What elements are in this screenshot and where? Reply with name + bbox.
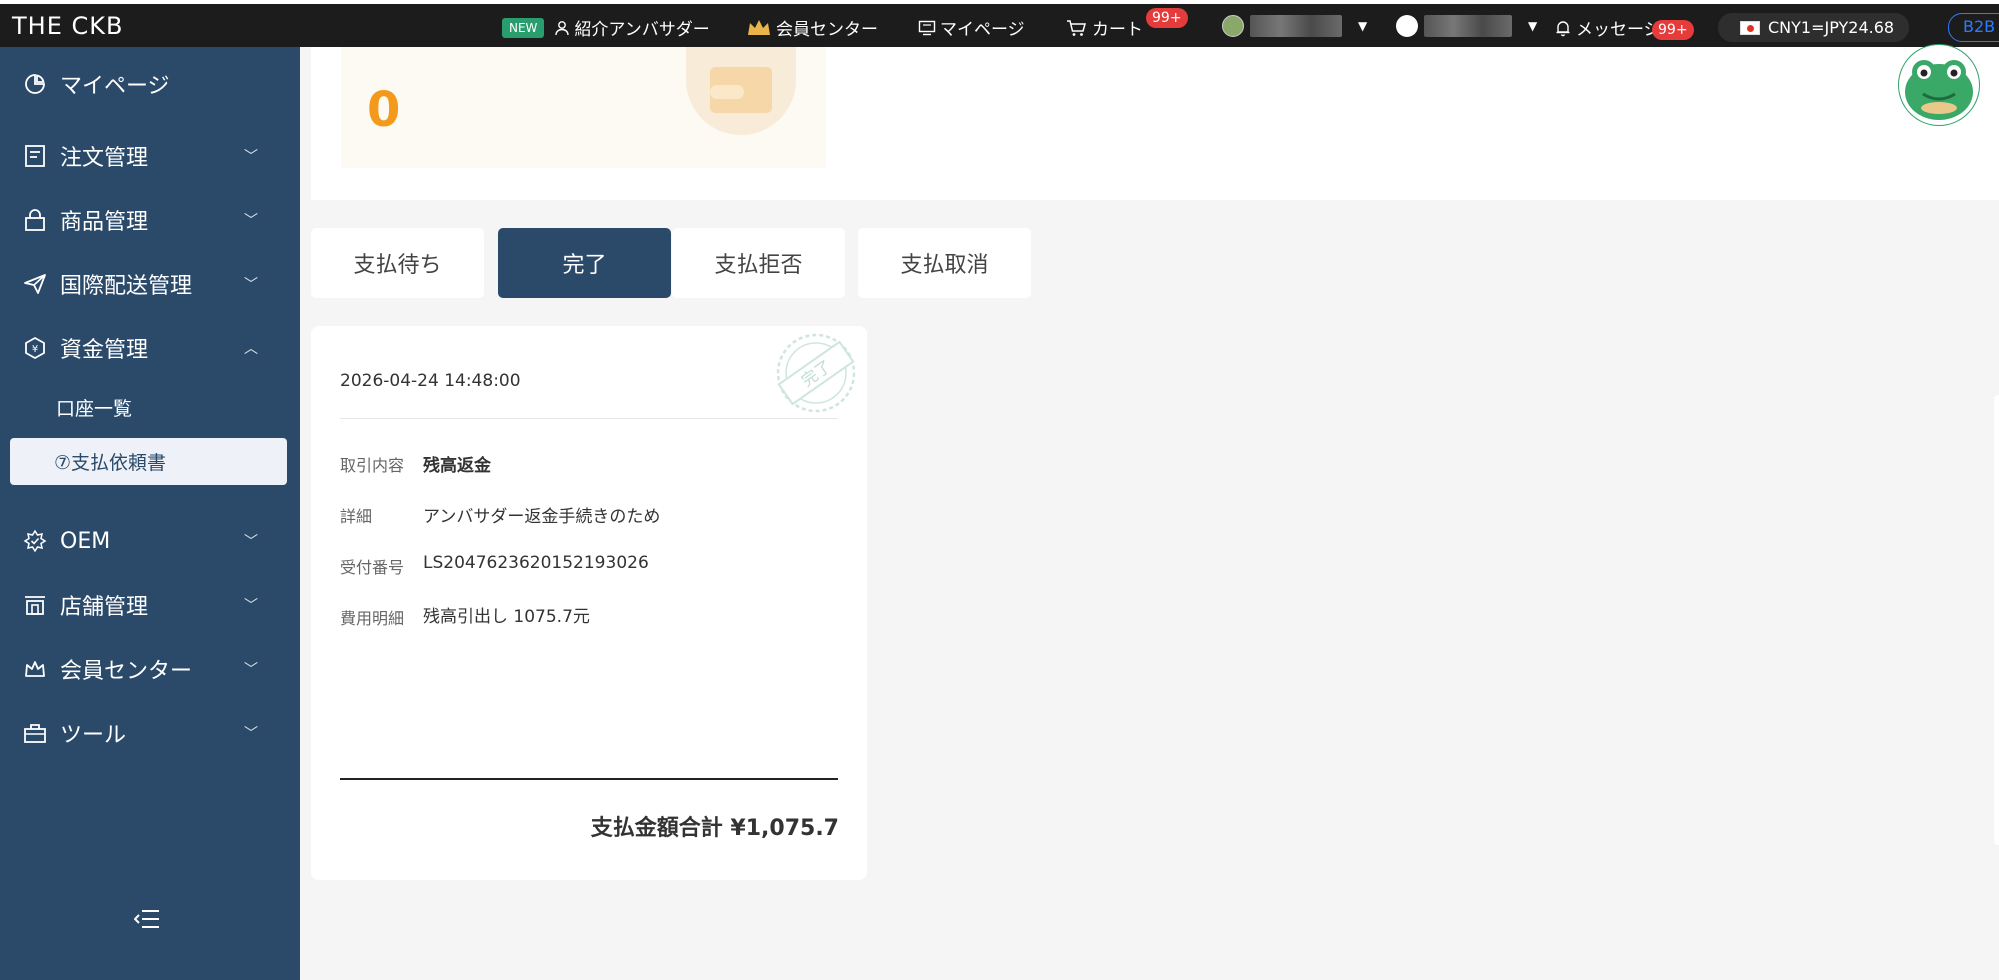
sidebar-item-shipping[interactable]: 国際配送管理 ﹀ — [0, 259, 300, 309]
member-center-label: 会員センター — [776, 20, 878, 40]
shop-menu[interactable]: ▼ — [1396, 15, 1537, 37]
crown-icon — [748, 19, 770, 35]
store-icon — [22, 592, 48, 618]
sidebar-item-label: 商品管理 — [60, 210, 149, 235]
collapse-sidebar-icon[interactable] — [133, 908, 160, 934]
sidebar-item-label: 会員センター — [60, 659, 193, 684]
currency-rate[interactable]: CNY1=JPY24.68 — [1718, 13, 1909, 42]
bag-icon — [22, 207, 48, 233]
redacted-shop-name — [1424, 15, 1512, 37]
crown-icon — [22, 656, 48, 682]
wallet-icon — [686, 47, 796, 135]
cart-label: カート — [1092, 20, 1143, 40]
sidebar-item-label: 資金管理 — [60, 338, 149, 363]
sidebar-item-label: OEM — [60, 528, 111, 554]
tab-completed[interactable]: 完了 — [498, 228, 671, 298]
member-center-link[interactable]: 会員センター — [746, 15, 878, 40]
top-bar: THE CKB NEW 紹介アンバサダー 会員センター マイページ カート 99… — [0, 0, 1999, 47]
sidebar: マイページ 注文管理 ﹀ 商品管理 ﹀ 国際配送管理 ﹀ ¥ 資金管理 ︿ 口座… — [0, 47, 300, 980]
receipt-number-value: LS2047623620152193026 — [423, 553, 649, 573]
redacted-username — [1250, 15, 1342, 37]
svg-text:¥: ¥ — [32, 344, 38, 355]
money-icon: ¥ — [22, 335, 48, 361]
sidebar-item-stores[interactable]: 店舗管理 ﹀ — [0, 580, 300, 630]
transaction-label: 取引内容 — [340, 456, 405, 475]
ambassador-link[interactable]: NEW 紹介アンバサダー — [502, 15, 710, 40]
shop-avatar — [1396, 15, 1418, 37]
ambassador-label: 紹介アンバサダー — [574, 20, 710, 40]
side-panel-edge — [1994, 395, 1999, 845]
summary-value: 0 — [367, 82, 401, 138]
messages-label: メッセージ — [1576, 20, 1661, 40]
sidebar-item-orders[interactable]: 注文管理 ﹀ — [0, 131, 300, 181]
tab-rejected[interactable]: 支払拒否 — [672, 228, 845, 298]
japan-flag-icon — [1740, 20, 1760, 35]
details-value: アンバサダー返金手続きのため — [423, 507, 661, 527]
sidebar-item-label: 注文管理 — [60, 146, 149, 171]
sidebar-item-label: 店舗管理 — [60, 595, 149, 620]
sidebar-item-tools[interactable]: ツール ﹀ — [0, 708, 300, 758]
chevron-down-icon: ﹀ — [244, 213, 258, 229]
avatar — [1222, 15, 1244, 37]
chevron-down-icon: ﹀ — [244, 149, 258, 165]
b2b-button[interactable]: B2B — [1948, 13, 1999, 42]
sidebar-subitem-payment-requests[interactable]: ⑦支払依頼書 — [10, 438, 287, 485]
caret-down-icon: ▼ — [1358, 19, 1368, 33]
tab-cancelled[interactable]: 支払取消 — [858, 228, 1031, 298]
toolbox-icon — [22, 720, 48, 746]
payment-request-card: 2026-04-24 14:48:00 完了 取引内容 残高返金 詳細 アンバサ… — [311, 326, 867, 880]
balance-summary-card: 0 — [341, 47, 826, 168]
receipt-number-label: 受付番号 — [340, 558, 405, 577]
request-date: 2026-04-24 14:48:00 — [340, 371, 521, 391]
sidebar-item-funds[interactable]: ¥ 資金管理 ︿ — [0, 323, 300, 373]
user-icon — [555, 20, 570, 35]
tab-pending[interactable]: 支払待ち — [311, 228, 484, 298]
sidebar-item-label: 国際配送管理 — [60, 274, 193, 299]
chevron-down-icon: ﹀ — [244, 662, 258, 678]
sidebar-item-label: ツール — [60, 723, 127, 748]
divider — [340, 418, 838, 419]
payment-total: 支払金額合計 ¥1,075.7 — [590, 816, 839, 841]
send-icon — [22, 271, 48, 297]
mypage-link[interactable]: マイページ — [918, 15, 1025, 40]
chevron-down-icon: ﹀ — [244, 277, 258, 293]
fee-breakdown-value: 残高引出し 1075.7元 — [423, 607, 590, 627]
oem-icon — [22, 528, 48, 554]
rate-label: CNY1=JPY24.68 — [1768, 18, 1895, 37]
order-icon — [22, 143, 48, 169]
chevron-down-icon: ﹀ — [244, 726, 258, 742]
mascot-avatar[interactable] — [1898, 44, 1980, 126]
caret-down-icon: ▼ — [1528, 19, 1538, 33]
sidebar-item-member-center[interactable]: 会員センター ﹀ — [0, 644, 300, 694]
sidebar-item-oem[interactable]: OEM ﹀ — [0, 516, 300, 566]
chevron-down-icon: ﹀ — [244, 534, 258, 550]
sidebar-subitem-label: ⑦支払依頼書 — [54, 452, 167, 474]
new-badge: NEW — [502, 17, 545, 38]
cart-link[interactable]: カート — [1066, 15, 1143, 40]
dashboard-icon — [22, 71, 48, 97]
fee-breakdown-label: 費用明細 — [340, 609, 405, 628]
chevron-up-icon: ︿ — [244, 341, 258, 357]
details-label: 詳細 — [340, 507, 373, 526]
total-divider — [340, 778, 838, 780]
bell-icon — [1556, 20, 1570, 36]
cart-icon — [1067, 19, 1086, 36]
messages-count-badge: 99+ — [1652, 20, 1694, 40]
sidebar-item-products[interactable]: 商品管理 ﹀ — [0, 195, 300, 245]
account-menu[interactable]: ▼ — [1222, 15, 1367, 37]
mypage-label: マイページ — [940, 20, 1025, 40]
transaction-value: 残高返金 — [423, 456, 491, 476]
completed-stamp: 完了 — [761, 328, 861, 432]
chevron-down-icon: ﹀ — [244, 598, 258, 614]
messages-link[interactable]: メッセージ — [1554, 15, 1661, 40]
cart-count-badge: 99+ — [1146, 8, 1188, 28]
sidebar-item-mypage[interactable]: マイページ — [0, 59, 300, 109]
monitor-icon — [918, 20, 936, 35]
logo[interactable]: THE CKB — [12, 12, 123, 40]
sidebar-subitem-accounts[interactable]: 口座一覧 — [56, 394, 132, 421]
sidebar-item-label: マイページ — [60, 74, 170, 99]
